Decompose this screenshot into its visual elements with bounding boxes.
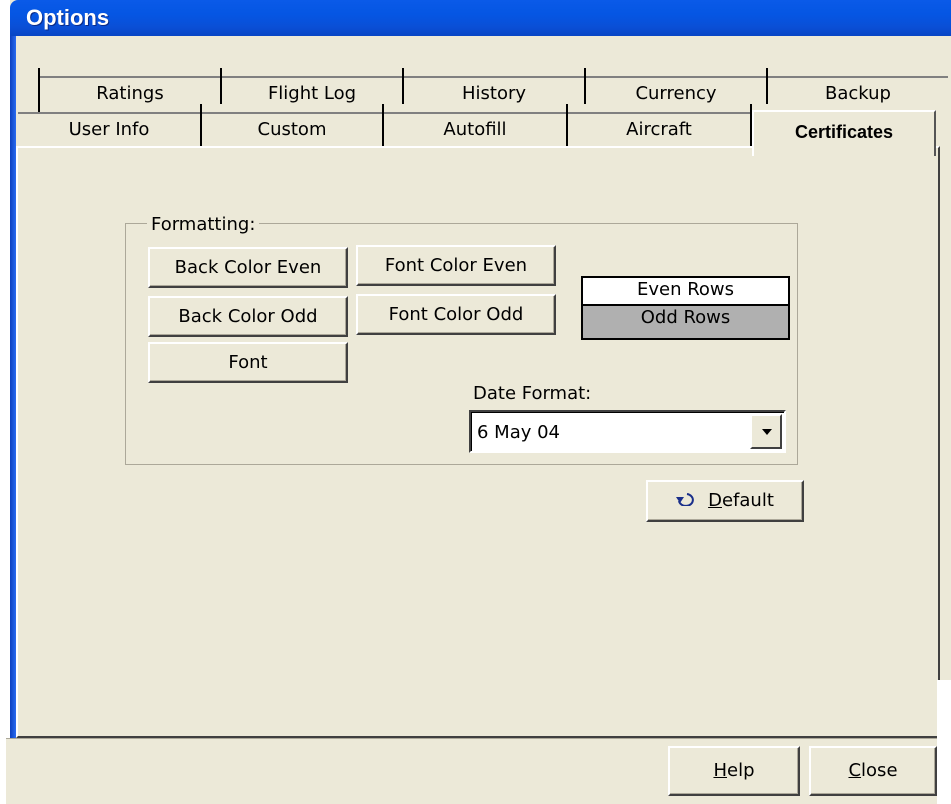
font-button[interactable]: Font (148, 342, 348, 383)
title-bar[interactable]: Options (10, 0, 951, 36)
button-label: Back Color Odd (178, 306, 318, 327)
font-color-odd-button[interactable]: Font Color Odd (356, 294, 556, 335)
default-button[interactable]: Default (646, 480, 804, 522)
button-label: Font Color Odd (388, 304, 524, 325)
tab-divider (382, 104, 384, 146)
tab-label: History (461, 83, 527, 104)
tab-label: Certificates (794, 122, 894, 142)
window-edge (937, 680, 951, 803)
font-color-even-button[interactable]: Font Color Even (356, 245, 556, 286)
tab-label: Flight Log (267, 83, 357, 104)
close-button[interactable]: Close (809, 746, 937, 796)
even-rows-preview: Even Rows (581, 276, 790, 304)
tab-divider (766, 68, 768, 104)
date-format-value: 6 May 04 (477, 422, 561, 443)
default-label: efault (721, 490, 774, 511)
tab-ratings[interactable]: Ratings (40, 76, 220, 104)
tab-certificates[interactable]: Certificates (752, 110, 936, 156)
tab-label: Custom (257, 119, 327, 140)
odd-rows-preview: Odd Rows (581, 304, 790, 340)
undo-arrow-icon (676, 482, 698, 520)
tab-divider (402, 68, 404, 104)
formatting-label: Formatting: (147, 214, 260, 236)
tab-custom[interactable]: Custom (202, 112, 382, 146)
button-label: Font (228, 352, 268, 373)
window-title: Options (26, 5, 110, 30)
tab-autofill[interactable]: Autofill (384, 112, 566, 146)
tab-divider (566, 104, 568, 146)
help-button[interactable]: Help (668, 746, 800, 796)
date-format-label: Date Format: (473, 383, 592, 404)
tab-label: Currency (635, 83, 717, 104)
tab-history[interactable]: History (404, 76, 584, 104)
close-accel: C (848, 760, 862, 781)
date-format-select[interactable]: 6 May 04 (469, 410, 786, 453)
preview-label: Odd Rows (640, 307, 731, 328)
close-label: lose (861, 760, 898, 781)
back-color-even-button[interactable]: Back Color Even (148, 247, 348, 288)
preview-label: Even Rows (636, 279, 735, 300)
default-accel: D (708, 490, 722, 511)
tab-backup[interactable]: Backup (768, 76, 948, 104)
help-label: elp (727, 760, 755, 781)
tab-divider (200, 104, 202, 146)
tab-label: Ratings (96, 83, 164, 104)
tab-label: Aircraft (626, 119, 692, 140)
tab-divider (38, 68, 40, 112)
tab-user-info[interactable]: User Info (18, 112, 200, 146)
tab-divider (220, 68, 222, 104)
button-label: Back Color Even (174, 257, 322, 278)
tab-label: User Info (68, 119, 150, 140)
button-label: Font Color Even (384, 255, 528, 276)
back-color-odd-button[interactable]: Back Color Odd (148, 296, 348, 337)
tab-flight-log[interactable]: Flight Log (222, 76, 402, 104)
dropdown-arrow-icon[interactable] (750, 414, 782, 449)
tab-label: Backup (825, 83, 891, 104)
tab-aircraft[interactable]: Aircraft (568, 112, 750, 146)
help-accel: H (713, 760, 728, 781)
tab-divider (584, 68, 586, 104)
tab-label: Autofill (443, 119, 507, 140)
tab-currency[interactable]: Currency (586, 76, 766, 104)
